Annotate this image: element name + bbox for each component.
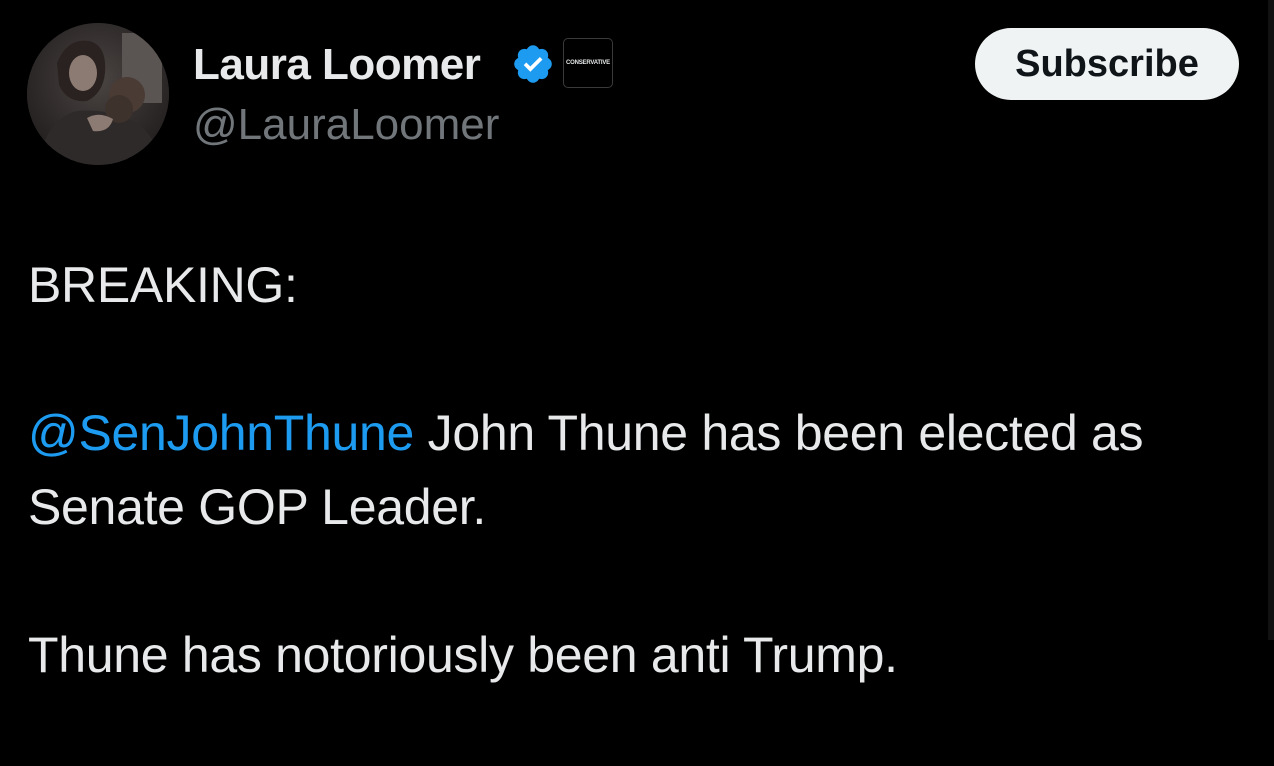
mention-link[interactable]: @SenJohnThune [28, 405, 414, 461]
profile-photo-icon [27, 23, 169, 165]
subscribe-button[interactable]: Subscribe [975, 28, 1239, 100]
author-name[interactable]: Laura Loomer [193, 38, 481, 92]
avatar[interactable] [27, 23, 169, 165]
scrollbar-edge [1268, 0, 1274, 640]
tweet-line-commentary: Thune has notoriously been anti Trump. [28, 627, 898, 683]
tweet-line-announcement: @SenJohnThune John Thune has been electe… [28, 396, 1258, 544]
verified-checkmark-icon[interactable] [511, 42, 555, 86]
tweet-line-breaking: BREAKING: [28, 257, 298, 313]
author-handle[interactable]: @LauraLoomer [193, 98, 499, 152]
affiliation-badge[interactable]: CONSERVATIVE [563, 38, 613, 88]
tweet-text: BREAKING: @SenJohnThune John Thune has b… [28, 248, 1258, 692]
affiliation-badge-label: CONSERVATIVE [566, 60, 610, 66]
tweet: Laura Loomer CONSERVATIVE @LauraLoomer S… [0, 0, 1274, 766]
